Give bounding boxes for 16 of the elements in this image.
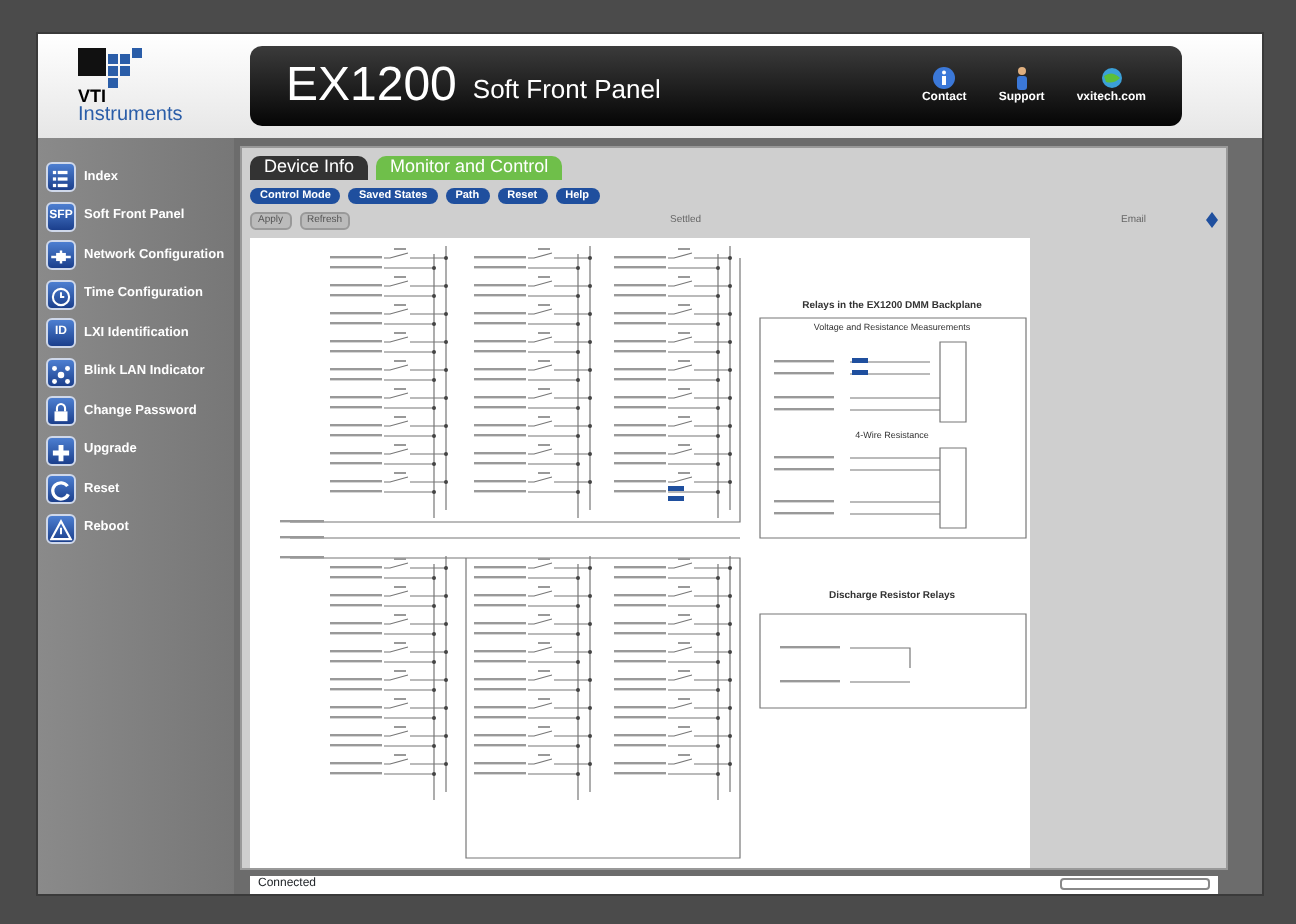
- plus-icon: [46, 435, 76, 466]
- logo-text: VTI: [78, 87, 109, 105]
- app-subtitle: Soft Front Panel: [472, 72, 661, 109]
- blink-icon: [46, 357, 76, 388]
- warning-icon: [46, 513, 76, 544]
- logo-subtext: Instruments: [78, 105, 185, 125]
- app-title: EX1200: [286, 56, 457, 116]
- reset-icon: [46, 474, 76, 505]
- tab[interactable]: Device Info: [250, 156, 369, 180]
- globe-icon: [1099, 65, 1124, 89]
- sort-icon: [1206, 212, 1218, 229]
- clock-icon: [46, 279, 76, 310]
- list-icon: [46, 162, 76, 193]
- network-icon: [46, 240, 76, 271]
- lock-icon: [46, 396, 76, 427]
- info-icon: [932, 65, 957, 89]
